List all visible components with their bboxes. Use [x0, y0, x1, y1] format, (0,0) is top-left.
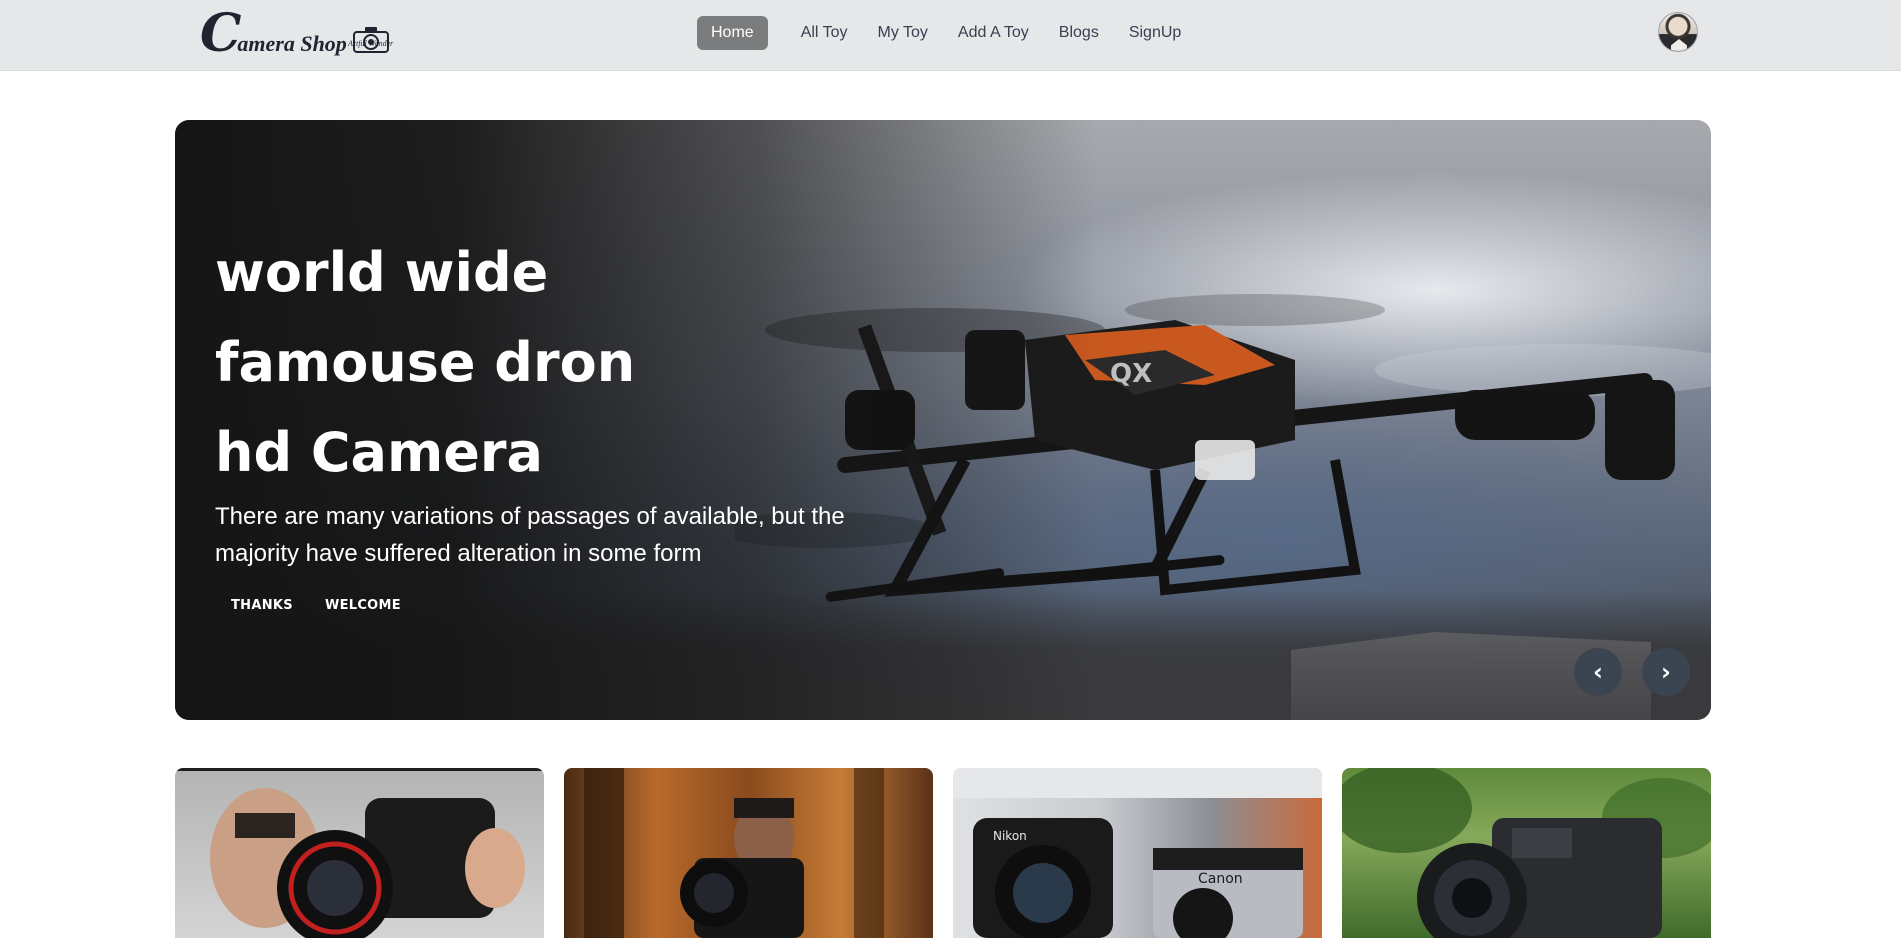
nav-blogs[interactable]: Blogs	[1044, 16, 1114, 50]
camera-photo-2	[584, 768, 884, 938]
thanks-button[interactable]: THANKS	[215, 590, 309, 621]
hero-buttons: THANKS WELCOME	[215, 590, 417, 621]
nav-signup[interactable]: SignUp	[1114, 16, 1196, 50]
product-card-1[interactable]	[175, 768, 544, 938]
carousel-next-button[interactable]: ›	[1642, 648, 1690, 696]
brand-name: amera Shop	[237, 31, 347, 56]
navbar: C amera Shop Artful Wonder Home All Toy …	[0, 0, 1901, 71]
camera-photo-4	[1342, 768, 1711, 938]
hero-description: There are many variations of passages of…	[215, 503, 845, 567]
camera-photo-3: Nikon Canon	[953, 768, 1322, 938]
product-card-2[interactable]	[564, 768, 933, 938]
hero-title-line-1: world wide	[215, 241, 549, 304]
camera-photo-1	[210, 788, 525, 938]
nav-home[interactable]: Home	[697, 16, 768, 50]
carousel-prev-button[interactable]: ‹	[1574, 648, 1622, 696]
brand-tagline: Artful Wonder	[348, 39, 394, 48]
brand-initial: C	[200, 3, 242, 64]
welcome-button[interactable]: WELCOME	[309, 590, 417, 621]
hero-carousel: QX world wide famouse dron hd Camera The…	[175, 120, 1711, 720]
hero-title-line-3: hd Camera	[215, 421, 543, 484]
nav-my-toy[interactable]: My Toy	[863, 16, 943, 50]
nav-add-a-toy[interactable]: Add A Toy	[943, 16, 1044, 50]
hero-text: world wide famouse dron hd Camera There …	[215, 228, 875, 572]
chevron-left-icon: ‹	[1593, 658, 1603, 686]
chevron-right-icon: ›	[1661, 658, 1671, 686]
user-avatar[interactable]	[1658, 12, 1698, 52]
nav-menu: Home All Toy My Toy Add A Toy Blogs Sign…	[697, 16, 1196, 50]
hero-title-line-2: famouse dron	[215, 331, 636, 394]
nav-all-toy[interactable]: All Toy	[786, 16, 863, 50]
product-card-3[interactable]: Nikon Canon	[953, 768, 1322, 938]
product-card-4[interactable]	[1342, 768, 1711, 938]
svg-text:Canon: Canon	[1198, 871, 1243, 887]
brand-logo[interactable]: C amera Shop Artful Wonder	[200, 4, 400, 60]
svg-text:Nikon: Nikon	[993, 829, 1027, 843]
